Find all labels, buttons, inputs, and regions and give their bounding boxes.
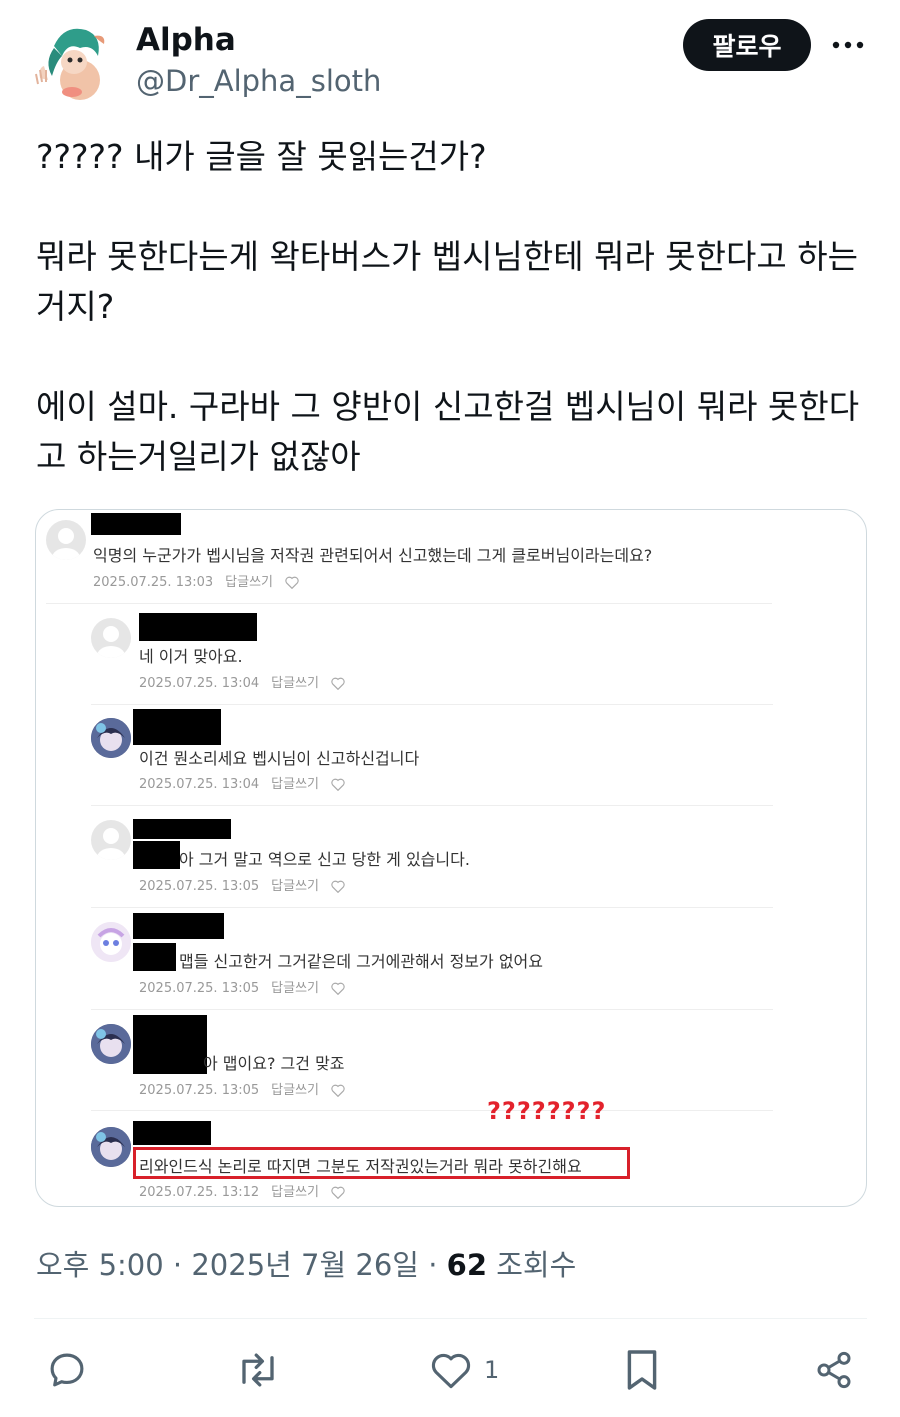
share-button[interactable] [814,1346,854,1394]
tweet-line: 에이 설마. 구라바 그 양반이 신고한걸 벱시님이 뭐라 못한다 [36,387,860,426]
comment-meta: 2025.07.25. 13:05 답글쓰기 [139,1079,345,1098]
like-count: 1 [484,1356,500,1384]
heart-icon [285,576,299,589]
dot-separator: · [172,1248,183,1282]
comment-text: 아 그거 말고 역으로 신고 당한 게 있습니다. [179,850,470,869]
comment-divider [91,704,773,705]
tweet-header: Alpha @Dr_Alpha_sloth 팔로우 [0,0,900,120]
redacted-username [133,819,231,839]
reply-icon [50,1353,84,1387]
action-divider [34,1318,867,1319]
default-avatar-icon [91,820,131,860]
dot-separator: · [428,1248,438,1282]
retweet-button[interactable] [235,1346,281,1394]
anime-avatar-icon [91,1024,131,1064]
tweet-line: 고 하는거일리가 없잖아 [36,437,361,476]
comment-date: 2025.07.25. 13:03 [93,575,214,590]
comment-text: 네 이거 맞아요. [139,647,243,666]
reply-link: 답글쓰기 [271,1185,320,1200]
heart-icon [331,1186,345,1199]
retweet-icon [242,1353,274,1387]
comment-divider [91,907,773,908]
tweet-timestamp: 오후 5:00 · 2025년 7월 26일 · 62 조회수 [36,1242,576,1284]
bookmark-icon [627,1350,657,1390]
comment-divider [91,1009,773,1010]
tweet-line: ????? 내가 글을 잘 못읽는건가? [36,137,487,176]
comment-meta: 2025.07.25. 13:05 답글쓰기 [139,875,345,894]
author-name[interactable]: Alpha [136,22,236,58]
tweet-line: 거지? [36,287,115,326]
heart-icon [331,677,345,690]
heart-icon [331,880,345,893]
reply-link: 답글쓰기 [225,575,274,590]
heart-icon [431,1353,471,1389]
default-avatar-icon [91,618,131,658]
reply-link: 답글쓰기 [271,981,320,996]
reply-link: 답글쓰기 [271,777,320,792]
redacted-username [133,913,224,939]
comment-divider [91,1110,773,1111]
author-avatar[interactable] [34,22,114,102]
comment-meta: 2025.07.25. 13:03 답글쓰기 [93,571,299,590]
comment-text: 아 맵이요? 그건 맞죠 [203,1054,345,1073]
anime-avatar-icon [91,718,131,758]
comment-text: 이건 뭔소리세요 벱시님이 신고하신겁니다 [139,749,420,768]
view-count: 62 [446,1248,488,1282]
redacted-username [91,513,181,535]
reply-link: 답글쓰기 [271,1083,320,1098]
comment-date: 2025.07.25. 13:12 [139,1185,260,1200]
redacted-username [133,1015,207,1074]
anime-avatar-icon [91,922,131,962]
comment-divider [46,603,772,604]
comment-text: 맵들 신고한거 그거같은데 그거에관해서 정보가 없어요 [179,952,543,971]
comment-date: 2025.07.25. 13:05 [139,981,260,996]
share-icon [817,1351,851,1389]
comment-meta: 2025.07.25. 13:05 답글쓰기 [139,977,345,996]
like-button[interactable]: 1 [430,1346,499,1394]
redacted-username [133,1121,211,1145]
anime-avatar-icon [91,1127,131,1167]
comment-meta: 2025.07.25. 13:04 답글쓰기 [139,773,345,792]
reply-button[interactable] [46,1346,88,1394]
post-time[interactable]: 오후 5:00 [36,1248,164,1282]
highlight-box [133,1147,630,1179]
reply-link: 답글쓰기 [271,879,320,894]
redacted-mention [133,943,176,971]
comment-text: 익명의 누군가가 벱시님을 저작권 관련되어서 신고했는데 그게 클로버님이라는… [93,546,653,565]
view-label: 조회수 [496,1248,577,1282]
redacted-mention [133,841,180,869]
more-options-icon[interactable] [828,28,868,62]
reply-link: 답글쓰기 [271,676,320,691]
default-avatar-icon [46,520,86,560]
follow-button[interactable]: 팔로우 [683,19,811,71]
heart-icon [331,778,345,791]
post-date[interactable]: 2025년 7월 26일 [191,1248,419,1282]
tweet-line: 뭐라 못한다는게 왁타버스가 벱시님한테 뭐라 못한다고 하는 [36,237,858,276]
comment-meta: 2025.07.25. 13:12 답글쓰기 [139,1181,345,1200]
redacted-username [139,613,257,641]
tweet-media-image[interactable]: 익명의 누군가가 벱시님을 저작권 관련되어서 신고했는데 그게 클로버님이라는… [35,509,867,1207]
comment-date: 2025.07.25. 13:05 [139,1083,260,1098]
comment-meta: 2025.07.25. 13:04 답글쓰기 [139,672,345,691]
redacted-username [133,709,221,745]
comment-date: 2025.07.25. 13:04 [139,777,260,792]
comment-date: 2025.07.25. 13:05 [139,879,260,894]
heart-icon [331,1084,345,1097]
comment-divider [91,805,773,806]
heart-icon [331,982,345,995]
author-handle[interactable]: @Dr_Alpha_sloth [136,64,381,98]
question-marks-annotation: ???????? [487,1097,607,1125]
tweet-text: ????? 내가 글을 잘 못읽는건가? 뭐라 못한다는게 왁타버스가 벱시님한… [36,132,876,482]
bookmark-button[interactable] [624,1346,660,1394]
comment-date: 2025.07.25. 13:04 [139,676,260,691]
